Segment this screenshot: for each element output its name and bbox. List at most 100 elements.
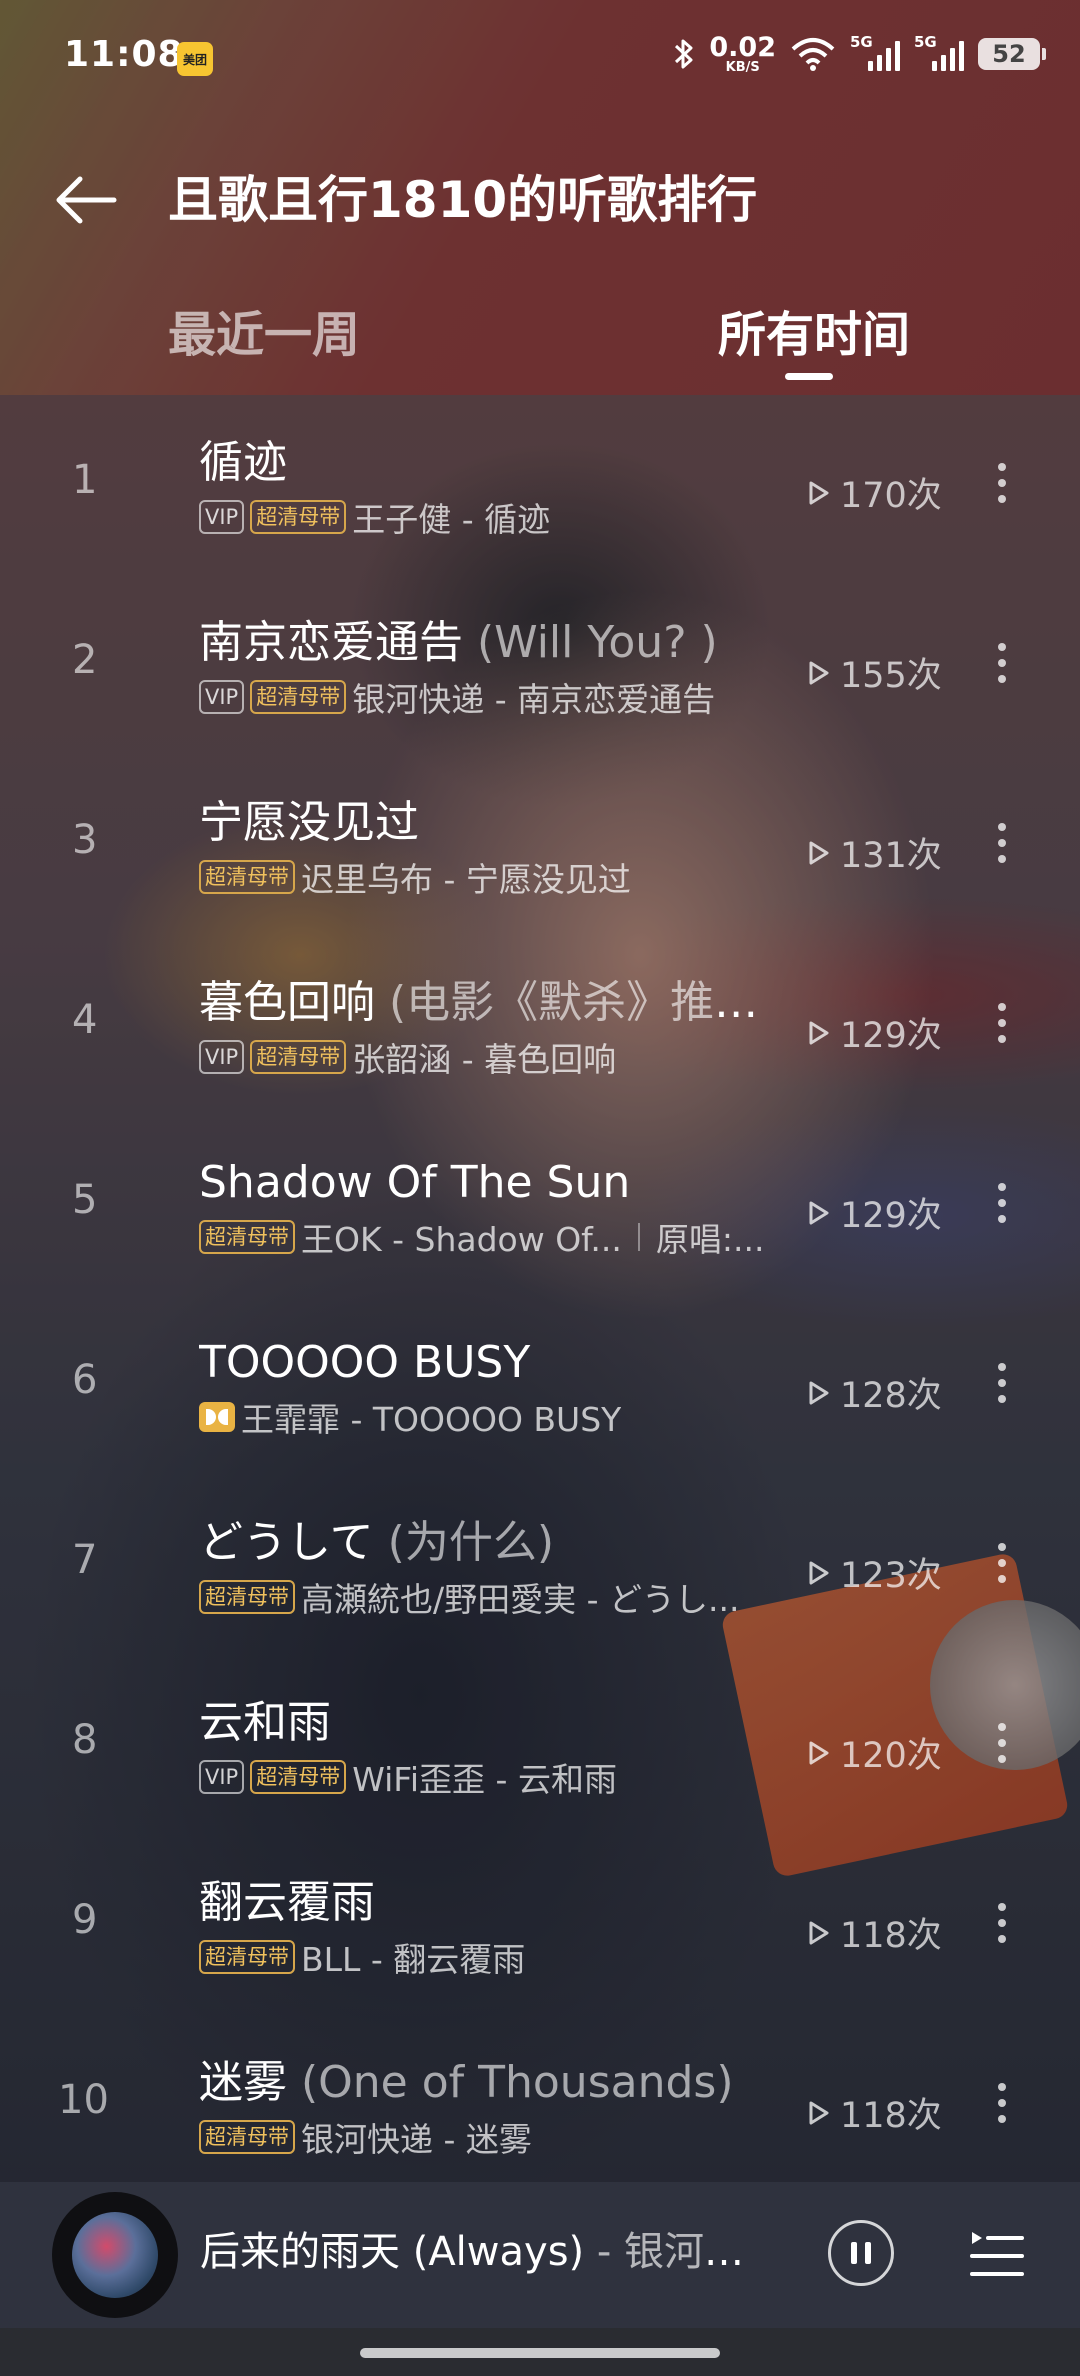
more-options-icon[interactable] (990, 2077, 1014, 2133)
play-triangle-icon (809, 2101, 829, 2124)
song-meta: 超清母带 BLL - 翻云覆雨 (199, 1937, 789, 1977)
hd-master-badge: 超清母带 (199, 1220, 295, 1254)
song-name: 翻云覆雨 (199, 1877, 375, 1928)
play-triangle-icon (809, 1921, 829, 1944)
now-playing-artist: - 银河快... (584, 2229, 780, 2275)
song-row[interactable]: 1 循迹 VIP 超清母带 王子健 - 循迹 170次 (0, 395, 1080, 575)
song-meta: 超清母带 王OK - Shadow Of... 原唱:... (199, 1217, 789, 1257)
song-subtitle: (为什么) (373, 1517, 555, 1568)
more-options-icon[interactable] (990, 817, 1014, 873)
song-name: 迷雾 (199, 2057, 287, 2108)
song-rank: 9 (72, 1897, 98, 1943)
play-triangle-icon (809, 1741, 829, 1764)
dolby-badge-icon (199, 1402, 235, 1432)
song-row[interactable]: 10 迷雾 (One of Thousands) 超清母带 银河快递 - 迷雾 118次 (0, 2015, 1080, 2195)
tab-indicator (785, 373, 833, 380)
hd-master-badge: 超清母带 (199, 1940, 295, 1974)
song-title: 南京恋爱通告 (Will You? ) (199, 613, 799, 673)
song-row[interactable]: 9 翻云覆雨超清母带 BLL - 翻云覆雨 118次 (0, 1835, 1080, 2015)
play-count: 128次 (808, 1367, 942, 1418)
more-options-icon[interactable] (990, 1897, 1014, 1953)
song-row[interactable]: 5 Shadow Of The Sun 超清母带 王OK - Shadow Of...… (0, 1115, 1080, 1295)
song-artist-album: 张韶涵 - 暮色回响 (352, 1040, 617, 1077)
bluetooth-icon (675, 39, 693, 69)
song-artist-album: 银河快递 - 南京恋爱通告 (352, 680, 716, 717)
page-title: 且歌且行1810的听歌排行 (168, 171, 758, 229)
play-triangle-icon (809, 841, 829, 864)
original-singer: 原唱:... (655, 1220, 765, 1257)
song-artist-album: 王OK - Shadow Of... (301, 1220, 622, 1257)
song-row[interactable]: 2 南京恋爱通告 (Will You? ) VIP 超清母带 银河快递 - 南京恋爱通告… (0, 575, 1080, 755)
pause-button[interactable] (828, 2220, 894, 2286)
vip-badge: VIP (199, 1040, 245, 1074)
song-row[interactable]: 6 TOOOOO BUSY 王霏霏 - TOOOOO BUSY 128次 (0, 1295, 1080, 1475)
song-meta: 超清母带 高瀬統也/野田愛実 - どうし... (199, 1577, 789, 1617)
play-count: 118次 (808, 1907, 942, 1958)
play-count: 129次 (808, 1007, 942, 1058)
song-row[interactable]: 4 暮色回响 (电影《默杀》推广… VIP 超清母带 张韶涵 - 暮色回响 129次 (0, 935, 1080, 1115)
song-rank: 1 (72, 457, 98, 503)
more-options-icon[interactable] (990, 1717, 1014, 1773)
song-name: Shadow Of The Sun (199, 1157, 631, 1208)
song-rank: 6 (72, 1357, 98, 1403)
now-playing-song: 后来的雨天 (Always) (200, 2229, 585, 2275)
play-triangle-icon (809, 481, 829, 504)
song-row[interactable]: 8 云和雨 VIP 超清母带 WiFi歪歪 - 云和雨 120次 (0, 1655, 1080, 1835)
song-title: 暮色回响 (电影《默杀》推广… (199, 973, 799, 1033)
now-playing-title[interactable]: 后来的雨天 (Always) - 银河快... (200, 2222, 780, 2282)
song-meta: VIP 超清母带 WiFi歪歪 - 云和雨 (199, 1757, 789, 1797)
play-triangle-icon (809, 1021, 829, 1044)
vip-badge: VIP (199, 680, 245, 714)
song-meta: 王霏霏 - TOOOOO BUSY (199, 1397, 789, 1437)
hd-master-badge: 超清母带 (199, 860, 295, 894)
more-options-icon[interactable] (990, 1177, 1014, 1233)
song-rank: 3 (72, 817, 98, 863)
song-name: 宁愿没见过 (199, 797, 419, 848)
wifi-icon (791, 38, 835, 71)
battery-icon: 52 (978, 38, 1046, 70)
song-name: TOOOOO BUSY (199, 1337, 531, 1388)
song-name: 南京恋爱通告 (199, 617, 463, 668)
album-cover[interactable] (52, 2192, 178, 2318)
play-count: 123次 (808, 1547, 942, 1598)
play-triangle-icon (809, 1561, 829, 1584)
song-row[interactable]: 7 どうして (为什么) 超清母带 高瀬統也/野田愛実 - どうし... 123次 (0, 1475, 1080, 1655)
play-count-text: 129次 (840, 1196, 942, 1236)
vip-badge: VIP (199, 1760, 245, 1794)
playlist-icon[interactable] (966, 2226, 1026, 2282)
play-count: 120次 (808, 1727, 942, 1778)
song-rank: 2 (72, 637, 98, 683)
gesture-nav-area (0, 2328, 1080, 2376)
play-count-text: 155次 (840, 656, 942, 696)
song-meta: VIP 超清母带 张韶涵 - 暮色回响 (199, 1037, 789, 1077)
song-title: 循迹 (199, 433, 799, 493)
more-options-icon[interactable] (990, 997, 1014, 1053)
hd-master-badge: 超清母带 (250, 1760, 347, 1794)
more-options-icon[interactable] (990, 1357, 1014, 1413)
play-triangle-icon (809, 661, 829, 684)
hd-master-badge: 超清母带 (199, 2120, 295, 2154)
song-artist-album: 银河快递 - 迷雾 (301, 2120, 532, 2157)
hd-master-badge: 超清母带 (199, 1580, 295, 1614)
song-rank: 5 (72, 1177, 98, 1223)
tab-recent-week[interactable]: 最近一周 (168, 290, 360, 380)
play-count: 118次 (808, 2087, 942, 2138)
song-artist-album: 王子健 - 循迹 (352, 500, 551, 537)
meta-divider (637, 1223, 640, 1251)
mini-player: 后来的雨天 (Always) - 银河快... (0, 2182, 1080, 2328)
tab-all-time[interactable]: 所有时间 (718, 290, 910, 380)
home-indicator[interactable] (360, 2348, 720, 2358)
more-options-icon[interactable] (990, 457, 1014, 513)
back-arrow-icon[interactable] (50, 165, 120, 235)
play-triangle-icon (809, 1201, 829, 1224)
signal-sim1-icon: 5G (850, 33, 900, 71)
more-options-icon[interactable] (990, 637, 1014, 693)
vip-badge: VIP (199, 500, 245, 534)
pause-icon (851, 2242, 857, 2264)
more-options-icon[interactable] (990, 1537, 1014, 1593)
song-meta: 超清母带 银河快递 - 迷雾 (199, 2117, 789, 2157)
status-time: 11:08 (64, 34, 184, 75)
song-rank: 10 (58, 2077, 109, 2123)
song-meta: 超清母带 迟里乌布 - 宁愿没见过 (199, 857, 789, 897)
song-row[interactable]: 3 宁愿没见过 超清母带 迟里乌布 - 宁愿没见过 131次 (0, 755, 1080, 935)
